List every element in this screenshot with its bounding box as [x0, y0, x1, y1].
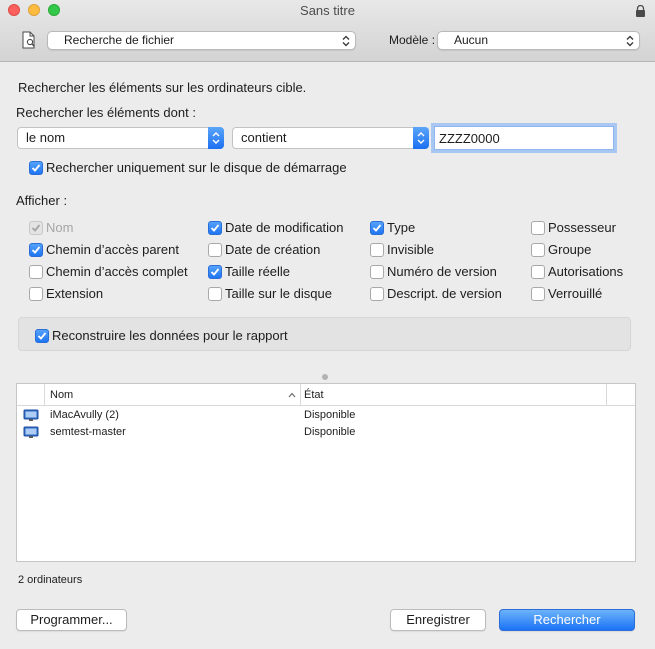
- show-disk-size-checkbox[interactable]: [208, 287, 222, 301]
- show-full-path-checkbox[interactable]: [29, 265, 43, 279]
- show-owner-checkbox[interactable]: [531, 221, 545, 235]
- save-button[interactable]: Enregistrer: [390, 609, 486, 631]
- search-type-popup[interactable]: Recherche de fichier: [47, 31, 356, 50]
- updown-arrows-icon: [212, 132, 220, 144]
- display-label: Afficher :: [16, 193, 68, 208]
- computer-icon: [23, 426, 39, 438]
- computer-state: Disponible: [304, 409, 356, 421]
- intro-text: Rechercher les éléments sur les ordinate…: [18, 80, 307, 95]
- checkmark-icon: [210, 224, 220, 232]
- show-locked-checkbox[interactable]: [531, 287, 545, 301]
- checkmark-icon: [31, 246, 41, 254]
- search-button[interactable]: Rechercher: [499, 609, 635, 631]
- show-version-desc-label: Descript. de version: [387, 286, 502, 301]
- computer-name: iMacAvully (2): [50, 409, 119, 421]
- checkmark-icon: [372, 224, 382, 232]
- updown-arrows-icon: [626, 35, 634, 47]
- criteria-field-select[interactable]: le nom: [17, 127, 224, 149]
- computer-name: semtest-master: [50, 426, 126, 438]
- lock-icon: [636, 5, 645, 17]
- criteria-value-field[interactable]: [434, 126, 614, 150]
- document-search-icon: [22, 31, 35, 49]
- show-version-number-checkbox[interactable]: [370, 265, 384, 279]
- show-permissions-checkbox[interactable]: [531, 265, 545, 279]
- criteria-label: Rechercher les éléments dont :: [16, 105, 196, 120]
- computers-table: Nom État iMacAvully (2) Disponible semte: [16, 383, 636, 562]
- show-type-label: Type: [387, 220, 416, 235]
- criteria-operator-select[interactable]: contient: [232, 127, 429, 149]
- checkmark-icon: [31, 224, 41, 232]
- criteria-operator-stepper[interactable]: [413, 127, 429, 149]
- show-group-checkbox[interactable]: [531, 243, 545, 257]
- window-title: Sans titre: [300, 3, 355, 18]
- name-column-label: Nom: [50, 389, 74, 401]
- show-permissions-label: Autorisations: [548, 264, 624, 279]
- show-name-label: Nom: [46, 220, 74, 235]
- show-group-label: Groupe: [548, 242, 592, 257]
- schedule-button[interactable]: Programmer...: [16, 609, 127, 631]
- computer-state: Disponible: [304, 426, 356, 438]
- table-header: Nom État: [17, 384, 635, 406]
- show-invisible-label: Invisible: [387, 242, 434, 257]
- show-real-size-label: Taille réelle: [225, 264, 291, 279]
- icon-column-header[interactable]: [17, 384, 45, 406]
- state-column-label: État: [304, 389, 324, 401]
- criteria-field-value: le nom: [26, 130, 66, 145]
- model-popup[interactable]: Aucun: [437, 31, 640, 50]
- search-window: Sans titre Recherche de fichier Modèle :…: [0, 0, 655, 649]
- checkmark-icon: [37, 332, 47, 340]
- model-label: Modèle :: [389, 33, 436, 47]
- startup-disk-only-label: Rechercher uniquement sur le disque de d…: [46, 160, 347, 175]
- criteria-field-stepper[interactable]: [208, 127, 224, 149]
- show-modified-label: Date de modification: [225, 220, 344, 235]
- model-value: Aucun: [454, 33, 489, 47]
- show-modified-checkbox[interactable]: [208, 221, 222, 235]
- show-created-checkbox[interactable]: [208, 243, 222, 257]
- name-column-header[interactable]: Nom: [45, 384, 301, 406]
- show-real-size-checkbox[interactable]: [208, 265, 222, 279]
- show-parent-path-label: Chemin d’accès parent: [46, 242, 179, 257]
- show-name-checkbox: [29, 221, 43, 235]
- checkmark-icon: [210, 268, 220, 276]
- startup-disk-only-checkbox[interactable]: [29, 161, 43, 175]
- computer-count: 2 ordinateurs: [18, 574, 83, 586]
- search-type-value: Recherche de fichier: [64, 33, 175, 47]
- show-created-label: Date de création: [225, 242, 321, 257]
- state-column-header[interactable]: État: [301, 384, 607, 406]
- show-parent-path-checkbox[interactable]: [29, 243, 43, 257]
- title-bar: Sans titre Recherche de fichier Modèle :…: [0, 0, 655, 62]
- computer-icon: [23, 409, 39, 421]
- show-extension-label: Extension: [46, 286, 104, 301]
- sort-ascending-icon: [288, 392, 296, 398]
- show-version-desc-checkbox[interactable]: [370, 287, 384, 301]
- show-invisible-checkbox[interactable]: [370, 243, 384, 257]
- rebuild-data-box: Reconstruire les données pour le rapport: [18, 317, 631, 351]
- checkmark-icon: [31, 164, 41, 172]
- show-version-number-label: Numéro de version: [387, 264, 497, 279]
- show-disk-size-label: Taille sur le disque: [225, 286, 332, 301]
- show-extension-checkbox[interactable]: [29, 287, 43, 301]
- criteria-operator-value: contient: [241, 130, 287, 145]
- updown-arrows-icon: [417, 132, 425, 144]
- show-type-checkbox[interactable]: [370, 221, 384, 235]
- show-locked-label: Verrouillé: [548, 286, 603, 301]
- splitter-handle[interactable]: [322, 374, 328, 380]
- show-full-path-label: Chemin d’accès complet: [46, 264, 188, 279]
- rebuild-data-checkbox[interactable]: [35, 329, 49, 343]
- show-owner-label: Possesseur: [548, 220, 616, 235]
- table-row[interactable]: semtest-master Disponible: [17, 424, 635, 441]
- rebuild-data-label: Reconstruire les données pour le rapport: [52, 328, 288, 343]
- updown-arrows-icon: [342, 35, 350, 47]
- table-row[interactable]: iMacAvully (2) Disponible: [17, 407, 635, 424]
